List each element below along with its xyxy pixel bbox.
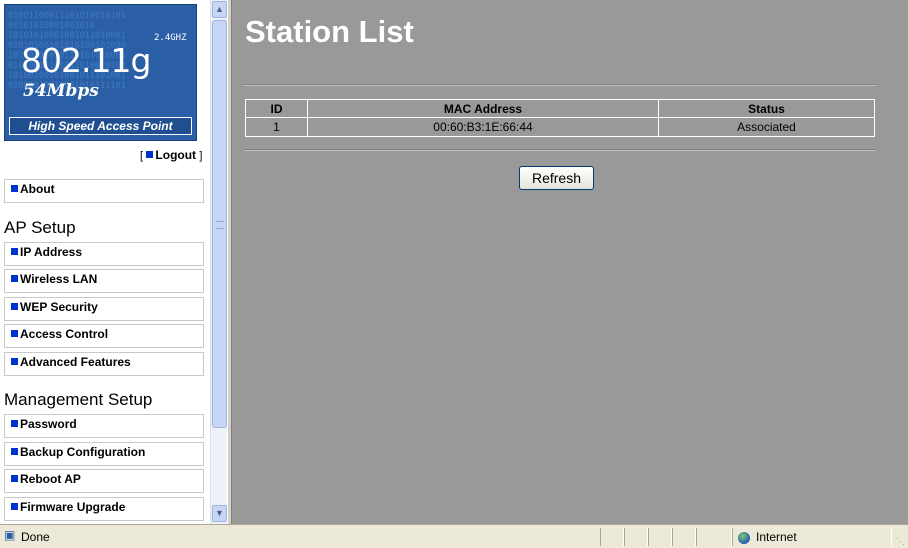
status-panel: [648, 528, 672, 546]
menu-item-wireless-lan[interactable]: Wireless LAN: [4, 269, 204, 293]
menu-item-label: Password: [20, 417, 77, 431]
menu-item-label: About: [20, 182, 55, 196]
menu-item-label: Backup Configuration: [20, 445, 146, 459]
menu-item-advanced-features[interactable]: Advanced Features: [4, 352, 204, 376]
logout-bracket-close: ]: [199, 150, 203, 162]
menu-item-ip-address[interactable]: IP Address: [4, 242, 204, 266]
station-table: ID MAC Address Status 1 00:60:B3:1E:66:4…: [245, 99, 875, 137]
divider-bottom: [244, 149, 876, 151]
logo-caption: High Speed Access Point: [9, 117, 192, 135]
square-bullet-icon: [11, 420, 18, 427]
square-bullet-icon: [11, 503, 18, 510]
menu-item-reboot-ap[interactable]: Reboot AP: [4, 469, 204, 493]
table-header-row: ID MAC Address Status: [245, 99, 875, 118]
logo-model: 802.11g: [21, 41, 151, 80]
section-heading-management-setup: Management Setup: [4, 390, 153, 409]
left-nav-frame: 01001100011101010010101 0010101000100101…: [0, 0, 210, 524]
refresh-button[interactable]: Refresh: [519, 166, 594, 190]
menu-item-password[interactable]: Password: [4, 414, 204, 438]
menu-item-label: Firmware Upgrade: [20, 500, 126, 514]
logout-link[interactable]: Logout: [146, 148, 196, 162]
zone-text: Internet: [756, 530, 797, 544]
chevron-up-icon: ▲: [215, 4, 224, 14]
logout-area: [ Logout ]: [140, 148, 202, 162]
left-frame-scrollbar[interactable]: ▲ ▼: [210, 0, 227, 524]
page-title: Station List: [245, 14, 414, 49]
globe-icon: [738, 532, 750, 544]
square-bullet-icon: [11, 475, 18, 482]
status-text: Done: [21, 530, 50, 544]
product-logo: 01001100011101010010101 0010101000100101…: [4, 4, 197, 141]
menu-item-about[interactable]: About: [4, 179, 204, 203]
column-header-id: ID: [245, 99, 308, 118]
divider-top: [244, 84, 876, 86]
menu-item-label: Wireless LAN: [20, 272, 98, 286]
chevron-down-icon: ▼: [215, 508, 224, 518]
menu-item-firmware-upgrade[interactable]: Firmware Upgrade: [4, 497, 204, 521]
logo-speed: 54Mbps: [23, 81, 99, 101]
cell-id: 1: [245, 117, 308, 137]
table-row: 1 00:60:B3:1E:66:44 Associated: [245, 117, 875, 137]
menu-item-label: WEP Security: [20, 300, 98, 314]
status-panel: [696, 528, 732, 546]
square-bullet-icon: [11, 448, 18, 455]
square-bullet-icon: [11, 303, 18, 310]
cell-mac-address: 00:60:B3:1E:66:44: [307, 117, 659, 137]
logo-band: 2.4GHZ: [154, 33, 187, 43]
menu-item-label: Advanced Features: [20, 355, 131, 369]
column-header-mac-address: MAC Address: [307, 99, 659, 118]
browser-status-bar: ▣ Done Internet ⋱: [0, 524, 908, 548]
content-frame: Station List ID MAC Address Status 1 00:…: [232, 0, 908, 524]
square-bullet-icon: [11, 275, 18, 282]
ie-page-icon: ▣: [4, 528, 16, 542]
status-panel: [672, 528, 696, 546]
square-bullet-icon: [11, 330, 18, 337]
menu-item-access-control[interactable]: Access Control: [4, 324, 204, 348]
status-panel: [600, 528, 624, 546]
menu-item-label: IP Address: [20, 245, 83, 259]
status-panel: [624, 528, 648, 546]
cell-status: Associated: [658, 117, 875, 137]
grip-icon: [216, 221, 224, 229]
menu-item-wep-security[interactable]: WEP Security: [4, 297, 204, 321]
menu-item-label: Access Control: [20, 327, 109, 341]
menu-item-label: Reboot AP: [20, 472, 81, 486]
square-bullet-icon: [11, 185, 18, 192]
scroll-down-button[interactable]: ▼: [212, 505, 227, 522]
square-bullet-icon: [11, 358, 18, 365]
section-heading-ap-setup: AP Setup: [4, 218, 76, 237]
resize-grip-icon[interactable]: ⋱: [896, 536, 906, 546]
scroll-up-button[interactable]: ▲: [212, 1, 227, 18]
logout-label: Logout: [155, 148, 197, 162]
square-bullet-icon: [146, 151, 154, 158]
logout-bracket-open: [: [140, 150, 144, 162]
scrollbar-thumb[interactable]: [212, 20, 227, 428]
square-bullet-icon: [11, 248, 18, 255]
column-header-status: Status: [658, 99, 875, 118]
menu-item-backup-configuration[interactable]: Backup Configuration: [4, 442, 204, 466]
